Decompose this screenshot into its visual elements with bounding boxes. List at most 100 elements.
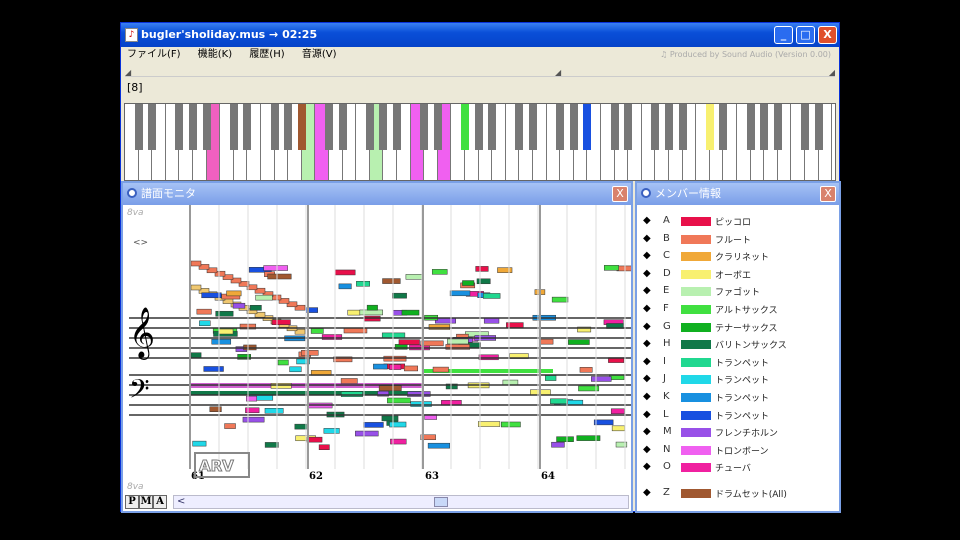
black-key[interactable] <box>148 104 157 150</box>
ottava-top-label: 8va <box>127 208 144 218</box>
measure-number: 63 <box>425 471 439 482</box>
note <box>501 421 521 428</box>
black-key[interactable] <box>338 104 347 150</box>
tab-m[interactable]: M <box>139 495 153 509</box>
scroll-left-arrow[interactable]: < <box>177 496 185 507</box>
score-svg: 8va <> 8va 𝄞 𝄢 61 62 63 64 ARV <box>127 205 631 491</box>
app-window: ♪ bugler'sholiday.mus → 02:25 _ □ X ファイル… <box>120 22 841 513</box>
black-key[interactable] <box>175 104 184 150</box>
member-row[interactable]: ◆ E ファゴット <box>643 283 833 299</box>
note <box>318 444 330 450</box>
black-key[interactable] <box>297 104 306 150</box>
black-key[interactable] <box>529 104 537 150</box>
member-row[interactable]: ◆ I トランペット <box>643 354 833 370</box>
note <box>427 442 450 449</box>
black-key[interactable] <box>569 104 578 150</box>
black-key[interactable] <box>746 104 755 150</box>
member-row[interactable]: ◆ B フルート <box>643 231 833 247</box>
score-monitor-panel: 譜面モニタ X 8va <> 8va 𝄞 𝄢 61 62 63 64 ARV P… <box>121 181 633 513</box>
black-key[interactable] <box>365 104 374 150</box>
member-row[interactable]: ◆ C クラリネット <box>643 248 833 264</box>
member-row[interactable]: ◆ F アルトサックス <box>643 301 833 317</box>
member-row[interactable]: ◆ G テナーサックス <box>643 319 833 335</box>
member-row[interactable]: ◆ J トランペット <box>643 371 833 387</box>
black-key[interactable] <box>665 104 673 150</box>
note <box>338 283 352 290</box>
scroll-thumb[interactable] <box>434 497 448 507</box>
black-key[interactable] <box>488 104 497 150</box>
black-key[interactable] <box>678 104 687 150</box>
member-row[interactable]: ◆ M フレンチホルン <box>643 424 833 440</box>
black-key[interactable] <box>773 104 782 150</box>
member-panel-title: メンバー情報 <box>655 187 721 200</box>
minimize-button[interactable]: _ <box>774 26 793 44</box>
black-key[interactable] <box>461 104 469 150</box>
note <box>232 302 246 309</box>
menu-function[interactable]: 機能(K) <box>198 47 232 63</box>
black-key[interactable] <box>624 104 633 150</box>
horizontal-scrollbar[interactable]: < <box>173 495 629 509</box>
member-color-swatch <box>681 463 711 473</box>
menu-sound[interactable]: 音源(V) <box>302 47 337 63</box>
member-row[interactable]: ◆ K トランペット <box>643 389 833 405</box>
member-row[interactable]: ◆ D オーボエ <box>643 266 833 282</box>
position-slider[interactable]: ◢ ◢ ◢ <box>125 63 835 77</box>
member-panel-close-button[interactable]: X <box>820 186 836 202</box>
black-key[interactable] <box>814 104 823 150</box>
black-key[interactable] <box>325 104 333 150</box>
diamond-icon: ◆ <box>643 338 651 350</box>
diamond-icon: ◆ <box>643 487 651 498</box>
note <box>392 292 407 299</box>
tab-a[interactable]: A <box>153 495 167 509</box>
diamond-icon: ◆ <box>643 267 651 279</box>
menu-file[interactable]: ファイル(F) <box>127 47 181 63</box>
black-key[interactable] <box>189 104 197 150</box>
note <box>593 419 614 426</box>
tab-p[interactable]: P <box>125 495 139 509</box>
black-key[interactable] <box>610 104 619 150</box>
note <box>264 408 284 414</box>
member-row[interactable]: ◆ O チューバ <box>643 459 833 475</box>
member-color-swatch <box>681 489 711 498</box>
maximize-button[interactable]: □ <box>796 26 815 44</box>
member-letter: L <box>663 408 669 420</box>
black-key[interactable] <box>556 104 565 150</box>
note <box>323 428 340 434</box>
black-key[interactable] <box>243 104 252 150</box>
note <box>591 376 612 382</box>
black-key[interactable] <box>515 104 524 150</box>
black-key[interactable] <box>202 104 211 150</box>
black-key[interactable] <box>284 104 293 150</box>
note <box>190 260 202 267</box>
menu-history[interactable]: 履歴(H) <box>249 47 284 63</box>
black-key[interactable] <box>393 104 401 150</box>
score-panel-close-button[interactable]: X <box>612 186 628 202</box>
black-key[interactable] <box>270 104 279 150</box>
close-button[interactable]: X <box>818 26 837 44</box>
black-key[interactable] <box>719 104 728 150</box>
member-row[interactable]: ◆ H バリトンサックス <box>643 336 833 352</box>
black-key[interactable] <box>420 104 429 150</box>
black-key[interactable] <box>583 104 592 150</box>
member-row[interactable]: ◆ Z ドラムセット(All) <box>643 485 833 501</box>
black-key[interactable] <box>229 104 238 150</box>
score-area: 8va <> 8va 𝄞 𝄢 61 62 63 64 ARV <box>123 205 631 491</box>
black-key[interactable] <box>379 104 388 150</box>
black-key[interactable] <box>705 104 714 150</box>
member-color-swatch <box>681 375 711 385</box>
note <box>483 318 500 324</box>
black-key[interactable] <box>801 104 809 150</box>
note <box>359 309 384 316</box>
app-icon: ♪ <box>125 28 138 42</box>
black-key[interactable] <box>433 104 442 150</box>
member-row[interactable]: ◆ L トランペット <box>643 407 833 423</box>
piano-keyboard[interactable] <box>124 103 836 181</box>
black-key[interactable] <box>760 104 769 150</box>
member-letter: E <box>663 285 670 297</box>
member-row[interactable]: ◆ N トロンボーン <box>643 442 833 458</box>
black-key[interactable] <box>651 104 660 150</box>
member-row[interactable]: ◆ A ピッコロ <box>643 213 833 229</box>
black-key[interactable] <box>134 104 143 150</box>
diamond-icon: ◆ <box>643 391 651 402</box>
black-key[interactable] <box>474 104 483 150</box>
